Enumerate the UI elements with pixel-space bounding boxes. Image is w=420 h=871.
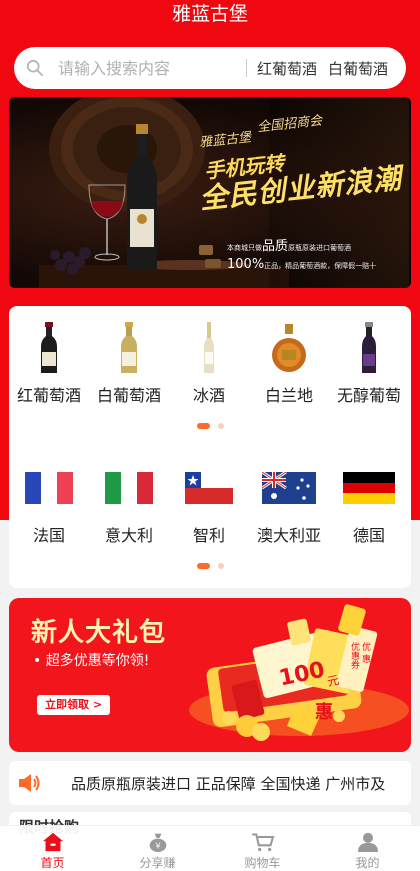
tab-mine[interactable]: 我的 xyxy=(315,826,420,871)
category-white-wine[interactable]: 白葡萄酒 xyxy=(89,322,169,406)
country-label: 德国 xyxy=(352,526,385,545)
tab-label: 分享赚 xyxy=(139,856,176,870)
banner-guarantee: 100%正品，精品葡萄酒款，保障假一赔十 xyxy=(227,257,376,272)
notice-bar[interactable]: 品质原瓶原装进口 正品保障 全国快递 广州市及 xyxy=(9,761,411,805)
category-label: 冰酒 xyxy=(192,386,225,405)
brandy-bottle-icon xyxy=(272,324,306,372)
tab-label: 购物车 xyxy=(244,856,281,870)
white-wine-bottle-icon xyxy=(121,322,137,373)
category-label: 白葡萄酒 xyxy=(96,386,161,405)
search-divider xyxy=(246,59,247,77)
category-ice-wine[interactable]: 冰酒 xyxy=(169,322,249,406)
coupon-side2: 优 惠 xyxy=(360,642,370,663)
category-non-alcoholic[interactable]: 无醇葡萄 xyxy=(329,322,409,406)
red-wine-bottle-icon xyxy=(41,322,57,373)
svg-text:¥: ¥ xyxy=(155,841,160,851)
country-label: 澳大利亚 xyxy=(256,526,321,545)
category-brandy[interactable]: 白兰地 xyxy=(249,322,329,406)
country-chile[interactable]: 智利 xyxy=(169,472,249,546)
pager-dot xyxy=(217,563,224,569)
country-germany[interactable]: 德国 xyxy=(329,472,409,546)
hot-keyword-red-wine[interactable]: 红葡萄酒 xyxy=(257,58,317,79)
search-icon xyxy=(26,59,44,77)
promise-prefix: 本商城只做 xyxy=(227,244,262,252)
country-label: 意大利 xyxy=(104,526,153,545)
coupon-hui: 惠 xyxy=(315,702,333,723)
user-icon xyxy=(357,832,378,852)
country-pager xyxy=(9,563,411,569)
cart-icon xyxy=(251,833,274,852)
wine-type-pager xyxy=(9,423,411,429)
non-alcoholic-wine-icon xyxy=(362,322,376,373)
pager-dot-active xyxy=(196,563,210,569)
wine-type-row: 红葡萄酒 白葡萄酒 冰酒 白兰地 无醇葡萄 xyxy=(9,322,411,406)
search-input[interactable] xyxy=(58,58,238,78)
tab-cart[interactable]: 购物车 xyxy=(210,826,315,871)
guarantee-em: 100% xyxy=(227,257,265,272)
category-label: 无醇葡萄 xyxy=(336,386,401,405)
tab-label: 首页 xyxy=(40,856,65,870)
category-panel: 红葡萄酒 白葡萄酒 冰酒 白兰地 无醇葡萄 法国 意大利 智利 澳大利亚 德国 xyxy=(9,306,411,588)
country-france[interactable]: 法国 xyxy=(9,472,89,546)
category-label: 红葡萄酒 xyxy=(16,386,81,405)
category-red-wine[interactable]: 红葡萄酒 xyxy=(9,322,89,406)
money-bag-icon: ¥ xyxy=(149,833,166,852)
country-label: 法国 xyxy=(32,526,65,545)
gift-illustration xyxy=(189,604,409,741)
country-italy[interactable]: 意大利 xyxy=(89,472,169,546)
home-icon xyxy=(42,832,63,852)
pager-dot-active xyxy=(196,423,210,429)
italy-flag-icon xyxy=(105,472,153,504)
search-bar[interactable]: 红葡萄酒 白葡萄酒 xyxy=(14,47,406,89)
country-row: 法国 意大利 智利 澳大利亚 德国 xyxy=(9,472,411,546)
tab-home[interactable]: 首页 xyxy=(0,826,105,871)
bottom-tabbar: 首页 ¥ 分享赚 购物车 我的 xyxy=(0,825,420,871)
category-label: 白兰地 xyxy=(264,386,313,405)
promo-banner[interactable]: 雅蓝古堡 全国招商会 手机玩转 全民创业新浪潮 本商城只做品质原瓶原装进口葡萄酒… xyxy=(9,97,411,288)
country-australia[interactable]: 澳大利亚 xyxy=(249,472,329,546)
guarantee-text: 正品，精品葡萄酒款，保障假一赔十 xyxy=(264,262,377,270)
banner-promise: 本商城只做品质原瓶原装进口葡萄酒 xyxy=(227,235,351,254)
notice-text: 品质原瓶原装进口 正品保障 全国快递 广州市及 xyxy=(71,774,386,793)
ice-wine-bottle-icon xyxy=(204,322,214,373)
australia-flag-icon xyxy=(262,472,316,504)
germany-flag-icon xyxy=(343,472,395,504)
country-label: 智利 xyxy=(192,526,225,545)
pager-dot xyxy=(217,423,224,429)
page-title: 雅蓝古堡 xyxy=(171,3,248,25)
tab-share-earn[interactable]: ¥ 分享赚 xyxy=(105,826,210,871)
promise-em: 品质 xyxy=(262,239,289,254)
tab-label: 我的 xyxy=(355,856,380,870)
hot-keyword-white-wine[interactable]: 白葡萄酒 xyxy=(328,58,388,79)
chile-flag-icon xyxy=(185,472,233,504)
france-flag-icon xyxy=(25,472,73,504)
promise-suffix: 原瓶原装进口葡萄酒 xyxy=(288,244,352,252)
new-user-gift-banner[interactable]: 新人大礼包 • 超多优惠等你领! 立即领取 > 100 元 惠 优惠券 优 惠 xyxy=(9,598,411,752)
speaker-icon xyxy=(19,774,40,792)
